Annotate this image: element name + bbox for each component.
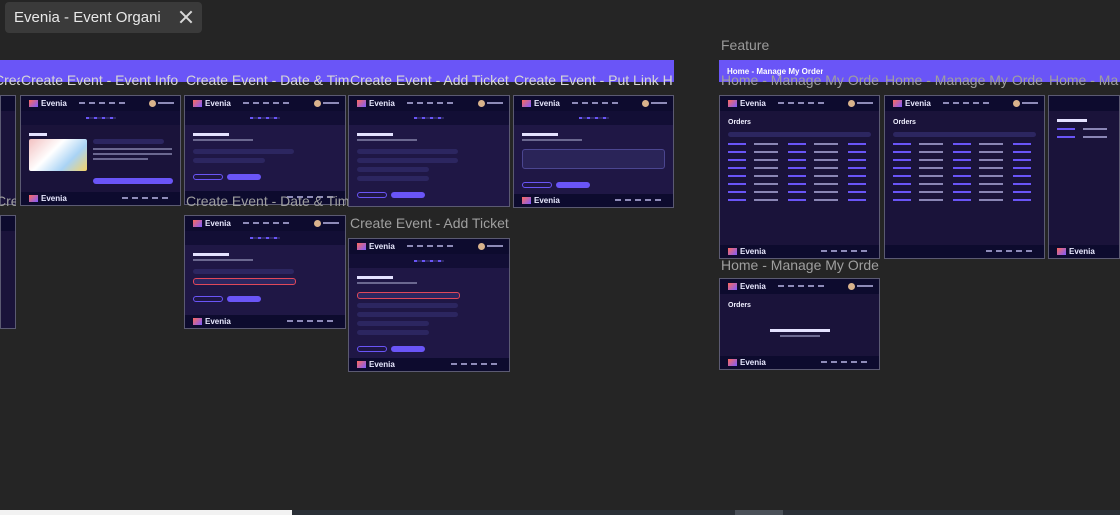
logo-icon bbox=[193, 220, 202, 227]
close-icon[interactable] bbox=[178, 9, 194, 25]
brand-name: Evenia bbox=[369, 360, 395, 369]
screen-frame-add-ticket-error[interactable]: Evenia Evenia bbox=[348, 238, 510, 372]
avatar bbox=[642, 100, 649, 107]
brand-name: Evenia bbox=[740, 247, 766, 256]
logo-icon bbox=[29, 100, 38, 107]
logo-icon bbox=[29, 195, 38, 202]
logo-icon bbox=[728, 248, 737, 255]
frame-label[interactable]: Create Event - Event Info bbox=[0, 72, 20, 88]
empty-state bbox=[728, 329, 871, 337]
logo-icon bbox=[193, 318, 202, 325]
stepper bbox=[349, 111, 509, 125]
avatar bbox=[478, 243, 485, 250]
brand-name: Evenia bbox=[534, 196, 560, 205]
scrollbar-thumb[interactable] bbox=[0, 510, 292, 515]
stepper bbox=[21, 111, 180, 125]
brand-name: Evenia bbox=[205, 317, 231, 326]
screen-frame-orders-menu[interactable]: Evenia Orders bbox=[884, 95, 1045, 259]
logo-icon bbox=[1057, 248, 1066, 255]
avatar bbox=[478, 100, 485, 107]
orders-title: Orders bbox=[728, 119, 751, 126]
brand-name: Evenia bbox=[740, 358, 766, 367]
brand-name: Evenia bbox=[41, 194, 67, 203]
avatar bbox=[314, 220, 321, 227]
brand-name: Evenia bbox=[740, 282, 766, 291]
screen-frame[interactable] bbox=[0, 215, 16, 329]
frame-label[interactable]: Create Event - Date & Tim bbox=[186, 72, 349, 88]
logo-icon bbox=[193, 100, 202, 107]
frame-label[interactable]: Home - Ma bbox=[1049, 72, 1120, 88]
brand-name: Evenia bbox=[369, 99, 395, 108]
brand-name: Evenia bbox=[534, 99, 560, 108]
tab-title: Evenia - Event Organi bbox=[14, 9, 161, 26]
frame-label[interactable]: Create Event - Put Link H bbox=[514, 72, 674, 88]
brand-name: Evenia bbox=[41, 99, 67, 108]
logo-icon bbox=[893, 100, 902, 107]
brand-name: Evenia bbox=[205, 99, 231, 108]
screen-frame-orders-detail[interactable]: Evenia bbox=[1048, 95, 1120, 259]
frame-label[interactable]: Create Event - Date & Tim bbox=[186, 193, 348, 209]
screen-frame-date-time[interactable]: Evenia bbox=[184, 95, 346, 205]
avatar bbox=[848, 283, 855, 290]
frame-label[interactable]: Create Event - Event Info bbox=[21, 72, 184, 88]
document-tab[interactable]: Evenia - Event Organi bbox=[5, 2, 202, 33]
logo-icon bbox=[728, 100, 737, 107]
frame-label[interactable]: Home - Manage My Orde bbox=[721, 72, 881, 88]
brand-name: Evenia bbox=[369, 242, 395, 251]
screen-frame[interactable] bbox=[0, 95, 16, 205]
logo-icon bbox=[357, 361, 366, 368]
screen-frame-add-ticket[interactable]: Evenia bbox=[348, 95, 510, 207]
screen-frame-orders-empty[interactable]: Evenia Orders Evenia bbox=[719, 278, 880, 370]
frame-label[interactable]: Create Event - Add Ticket bbox=[350, 72, 513, 88]
orders-title: Orders bbox=[893, 119, 916, 126]
screen-frame-date-time-error[interactable]: Evenia Evenia bbox=[184, 215, 346, 329]
stepper bbox=[185, 111, 345, 125]
stepper bbox=[349, 254, 509, 268]
screen-frame-event-info[interactable]: Evenia Evenia bbox=[20, 95, 181, 206]
brand-name: Evenia bbox=[205, 219, 231, 228]
avatar bbox=[314, 100, 321, 107]
event-image bbox=[29, 139, 87, 171]
logo-icon bbox=[522, 197, 531, 204]
brand-name: Evenia bbox=[740, 99, 766, 108]
avatar bbox=[848, 100, 855, 107]
logo-icon bbox=[357, 100, 366, 107]
screen-frame-put-link[interactable]: Evenia Evenia bbox=[513, 95, 674, 208]
stepper bbox=[185, 231, 345, 245]
logo-icon bbox=[522, 100, 531, 107]
frame-label[interactable]: Create Event - Add Ticket bbox=[350, 215, 512, 231]
brand-name: Evenia bbox=[1069, 247, 1095, 256]
avatar bbox=[149, 100, 156, 107]
frame-label[interactable]: Home - Manage My Orde bbox=[721, 257, 881, 273]
logo-icon bbox=[728, 283, 737, 290]
avatar bbox=[1013, 100, 1020, 107]
logo-icon bbox=[357, 243, 366, 250]
section-label-feature: Feature bbox=[721, 37, 770, 53]
frame-label[interactable]: Create Event - Event Info bbox=[0, 193, 16, 209]
brand-name: Evenia bbox=[905, 99, 931, 108]
screen-frame-orders-list[interactable]: Evenia Orders Evenia bbox=[719, 95, 880, 259]
scrollbar-thumb-secondary[interactable] bbox=[735, 510, 783, 515]
frame-label[interactable]: Home - Manage My Orde bbox=[885, 72, 1045, 88]
logo-icon bbox=[728, 359, 737, 366]
stepper bbox=[514, 111, 673, 125]
orders-title: Orders bbox=[728, 302, 751, 309]
